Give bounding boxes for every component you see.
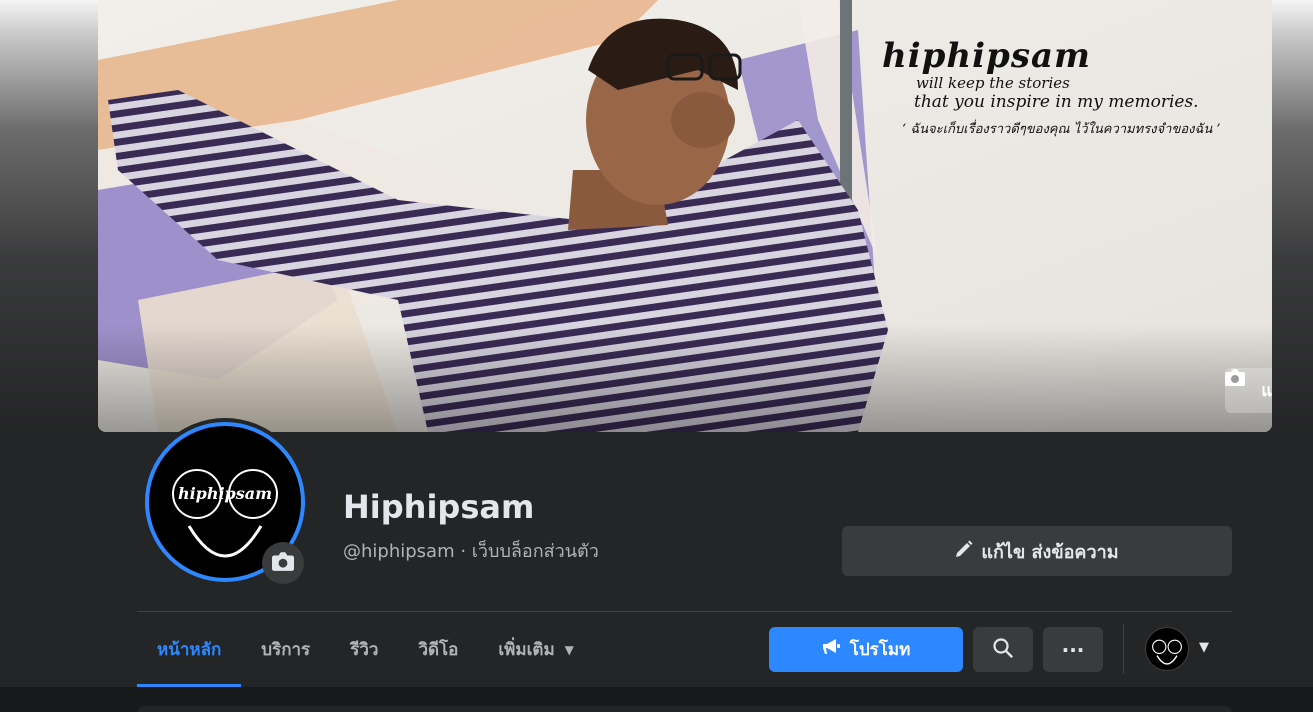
search-button[interactable]: [973, 627, 1033, 672]
cover-caption-line: that you inspire in my memories.: [914, 92, 1199, 112]
megaphone-icon: [822, 638, 842, 661]
page-title: Hiphipsam: [343, 488, 535, 526]
account-avatar-logo: [1152, 639, 1182, 665]
promote-label: โปรโมท: [849, 640, 911, 660]
update-avatar-button[interactable]: [262, 542, 304, 584]
promote-button[interactable]: โปรโมท: [769, 627, 963, 672]
camera-icon: [272, 551, 294, 575]
search-icon: [993, 637, 1013, 662]
tab-services[interactable]: บริการ: [241, 612, 330, 687]
edit-send-message-button[interactable]: แก้ไข ส่งข้อความ: [842, 526, 1232, 576]
tab-label: หน้าหลัก: [157, 640, 222, 660]
edit-cover-label: แก้ไข: [1261, 381, 1272, 401]
edit-send-message-label: แก้ไข ส่งข้อความ: [981, 541, 1119, 563]
pencil-icon: [955, 540, 973, 563]
cover-caption-thai: ‘ ฉันจะเก็บเรื่องราวดีๆของคุณ ไว้ในความท…: [902, 122, 1221, 137]
tab-label: บริการ: [261, 640, 311, 660]
page-subtitle: @hiphipsam · เว็บบล็อกส่วนตัว: [343, 541, 599, 562]
tab-reviews[interactable]: รีวิว: [330, 612, 398, 687]
tab-label: เพิ่มเติม: [498, 640, 555, 660]
edit-cover-button[interactable]: แก้ไข: [1225, 368, 1272, 413]
caret-down-icon: ▼: [564, 642, 574, 657]
cover-photo: hiphipsam will keep the stories that you…: [98, 0, 1272, 432]
tab-label: วิดีโอ: [418, 640, 459, 660]
more-options-button[interactable]: ···: [1043, 627, 1103, 672]
tab-home[interactable]: หน้าหลัก: [137, 612, 242, 687]
tab-label: รีวิว: [350, 640, 379, 660]
more-icon: ···: [1061, 637, 1085, 662]
cover-caption-title: hiphipsam: [882, 36, 1091, 76]
caret-down-icon[interactable]: ▼: [1199, 640, 1209, 655]
page-tabs: หน้าหลัก บริการ รีวิว วิดีโอ เพิ่มเติม ▼: [137, 612, 594, 687]
content-card-edge: [137, 706, 1232, 712]
cover-caption-line: will keep the stories: [916, 74, 1070, 92]
tab-more[interactable]: เพิ่มเติม ▼: [478, 612, 594, 687]
avatar-logo-text: hiphipsam: [177, 484, 273, 503]
account-switcher-avatar[interactable]: [1145, 627, 1189, 671]
tab-videos[interactable]: วิดีโอ: [398, 612, 478, 687]
action-divider: [1123, 624, 1124, 674]
cover-caption: hiphipsam will keep the stories that you…: [882, 36, 1221, 139]
